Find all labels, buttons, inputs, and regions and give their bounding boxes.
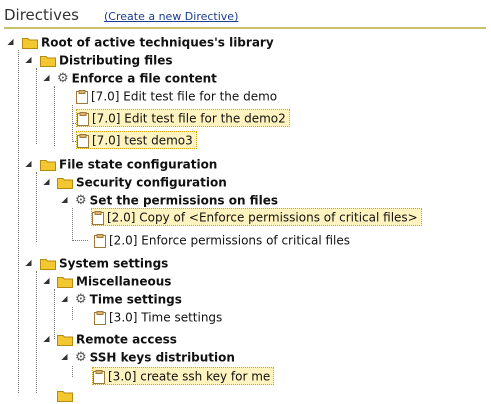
- collapse-toggle-icon[interactable]: ◢: [24, 55, 33, 64]
- gear-icon: ⚙: [57, 70, 69, 86]
- folder-icon: [40, 160, 56, 171]
- tree-line: [36, 172, 37, 242]
- tree-node-label: SSH keys distribution: [89, 350, 235, 365]
- tree-line: [54, 86, 55, 146]
- collapse-toggle-icon[interactable]: ◢: [42, 73, 51, 82]
- tree-node-category[interactable]: Security configuration: [57, 173, 227, 191]
- tree-line: [72, 366, 73, 377]
- tree-node-category-partial[interactable]: [57, 386, 76, 404]
- tree-node-label: [2.0] Copy of <Enforce permissions of cr…: [107, 210, 418, 225]
- tree-node-label: Root of active techniques's library: [41, 35, 274, 50]
- document-icon: [93, 369, 105, 384]
- tree-node-category[interactable]: Distributing files: [40, 51, 173, 69]
- tree-node-label: [7.0] test demo3: [92, 133, 193, 148]
- tree-line: [36, 271, 37, 393]
- tree-node-technique[interactable]: ⚙ Time settings: [75, 290, 182, 308]
- tree-node-technique[interactable]: ⚙ SSH keys distribution: [75, 348, 235, 366]
- tree-node-label: Set the permissions on files: [89, 193, 278, 208]
- tree-node-label: [7.0] Edit test file for the demo2: [92, 111, 286, 126]
- tree-node-label: Distributing files: [59, 53, 173, 68]
- folder-icon: [57, 178, 73, 189]
- tree-node-label: Security configuration: [76, 175, 227, 190]
- tree-node-directive-selected[interactable]: [7.0] test demo3: [76, 131, 197, 149]
- document-icon: [92, 210, 104, 225]
- folder-icon: [57, 335, 73, 346]
- tree-node-directive[interactable]: [3.0] Time settings: [94, 308, 222, 326]
- gear-icon: ⚙: [75, 349, 87, 365]
- collapse-toggle-icon[interactable]: ◢: [60, 294, 69, 303]
- collapse-toggle-icon[interactable]: ◢: [42, 334, 51, 343]
- tree-node-label: [3.0] create ssh key for me: [108, 369, 271, 384]
- tree-node-directive[interactable]: [7.0] Edit test file for the demo: [76, 87, 277, 105]
- document-icon: [94, 233, 106, 248]
- folder-icon: [40, 259, 56, 270]
- collapse-toggle-icon[interactable]: ◢: [60, 195, 69, 204]
- tree-node-category[interactable]: Miscellaneous: [57, 272, 171, 290]
- tree-line: [72, 208, 73, 241]
- folder-icon: [22, 38, 38, 49]
- gear-icon: ⚙: [75, 291, 87, 307]
- tree-node-label: System settings: [59, 256, 169, 271]
- tree-line: [72, 240, 88, 241]
- collapse-toggle-icon[interactable]: ◢: [6, 37, 15, 46]
- tree-line: [36, 68, 37, 144]
- tree-node-technique[interactable]: ⚙ Enforce a file content: [57, 69, 217, 87]
- tree-node-label: [2.0] Enforce permissions of critical fi…: [109, 233, 350, 248]
- tree-node-label: Enforce a file content: [71, 71, 217, 86]
- tree-node-category[interactable]: File state configuration: [40, 155, 217, 173]
- tree-node-label: Time settings: [89, 292, 182, 307]
- tree-node-directive-selected[interactable]: [7.0] Edit test file for the demo2: [76, 109, 290, 127]
- tree-node-directive[interactable]: [2.0] Enforce permissions of critical fi…: [94, 231, 350, 249]
- tree-node-label: [3.0] Time settings: [109, 310, 223, 325]
- collapse-toggle-icon[interactable]: ◢: [60, 352, 69, 361]
- tree-node-directive-selected[interactable]: [2.0] Copy of <Enforce permissions of cr…: [91, 208, 422, 226]
- gear-icon: ⚙: [75, 192, 87, 208]
- document-icon: [77, 111, 89, 126]
- collapse-toggle-icon[interactable]: ◢: [42, 177, 51, 186]
- document-icon: [94, 310, 106, 325]
- tree-node-root[interactable]: Root of active techniques's library: [22, 33, 274, 51]
- folder-icon: [57, 277, 73, 288]
- tree-node-label: File state configuration: [59, 157, 218, 172]
- directive-tree: ◢ ◢ ◢ ◢ ◢ ◢ ◢ ◢ ◢ ◢ ◢ Root of active tec…: [0, 0, 491, 402]
- collapse-toggle-icon[interactable]: ◢: [42, 276, 51, 285]
- tree-node-technique[interactable]: ⚙ Set the permissions on files: [75, 191, 278, 209]
- tree-line: [72, 307, 73, 320]
- tree-line: [18, 50, 19, 393]
- tree-line: [54, 289, 55, 339]
- collapse-toggle-icon[interactable]: ◢: [24, 159, 33, 168]
- tree-node-label: [7.0] Edit test file for the demo: [91, 89, 278, 104]
- document-icon: [77, 133, 89, 148]
- tree-node-label: Miscellaneous: [76, 274, 172, 289]
- folder-icon: [40, 56, 56, 67]
- tree-node-directive-selected[interactable]: [3.0] create ssh key for me: [92, 367, 275, 385]
- tree-node-category[interactable]: System settings: [40, 254, 168, 272]
- tree-node-category[interactable]: Remote access: [57, 330, 177, 348]
- document-icon: [76, 89, 88, 104]
- collapse-toggle-icon[interactable]: ◢: [24, 258, 33, 267]
- folder-icon: [57, 391, 73, 402]
- tree-node-label: Remote access: [76, 332, 177, 347]
